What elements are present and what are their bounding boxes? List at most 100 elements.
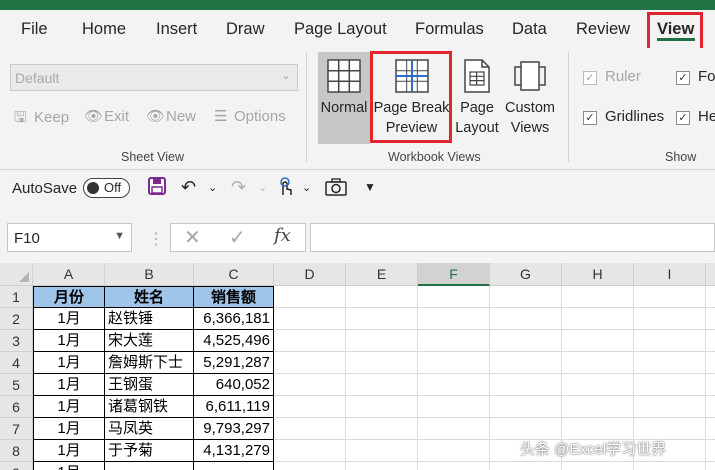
table-cell[interactable]: 5,291,287 bbox=[194, 352, 274, 374]
column-header-d[interactable]: D bbox=[274, 263, 346, 286]
table-cell[interactable]: 1月 bbox=[33, 396, 105, 418]
table-cell[interactable]: 宋大莲 bbox=[105, 330, 194, 352]
page-break-preview-icon bbox=[394, 58, 430, 100]
eye-exit-icon: 👁 bbox=[84, 108, 104, 125]
keep-button[interactable]: 🖫 Keep bbox=[14, 107, 69, 129]
tab-review[interactable]: Review bbox=[576, 20, 630, 39]
tab-home[interactable]: Home bbox=[82, 20, 126, 39]
chevron-down-icon[interactable]: ⌄ bbox=[208, 181, 217, 194]
table-cell[interactable]: 6,611,119 bbox=[194, 396, 274, 418]
table-cell[interactable]: 1月 bbox=[33, 374, 105, 396]
table-cell[interactable]: 王钢蛋 bbox=[105, 374, 194, 396]
table-cell[interactable]: 1月 bbox=[33, 440, 105, 462]
column-header-f[interactable]: F bbox=[418, 263, 490, 286]
ribbon-tabs: File Home Insert Draw Page Layout Formul… bbox=[0, 10, 715, 48]
tab-draw[interactable]: Draw bbox=[226, 20, 265, 39]
select-all-button[interactable] bbox=[0, 263, 33, 286]
checkmark-icon: ✓ bbox=[676, 111, 690, 125]
chevron-down-icon[interactable]: ⌄ bbox=[302, 181, 311, 194]
column-header-a[interactable]: A bbox=[33, 263, 105, 286]
row-header[interactable]: 8 bbox=[0, 440, 33, 462]
eye-add-icon: 👁 bbox=[146, 108, 166, 125]
chevron-down-icon: ⌄ bbox=[280, 68, 291, 82]
new-button[interactable]: 👁New bbox=[146, 107, 196, 129]
name-box[interactable]: F10 ▼ bbox=[7, 223, 132, 252]
table-cell[interactable]: 马凤英 bbox=[105, 418, 194, 440]
row-header[interactable]: 5 bbox=[0, 374, 33, 396]
table-cell[interactable]: 4,525,496 bbox=[194, 330, 274, 352]
column-header-b[interactable]: B bbox=[105, 263, 194, 286]
redo-icon[interactable]: ↷ bbox=[231, 177, 246, 198]
table-cell[interactable]: 9,793,297 bbox=[194, 418, 274, 440]
cancel-icon[interactable]: ✕ bbox=[184, 225, 201, 250]
custom-views-button[interactable]: Custom Views bbox=[503, 52, 557, 144]
sheet-view-value: Default bbox=[15, 70, 60, 86]
autosave-label: AutoSave bbox=[12, 180, 78, 197]
header-cell-month[interactable]: 月份 bbox=[33, 286, 105, 308]
save-icon[interactable] bbox=[147, 176, 167, 200]
table-cell[interactable]: 640,052 bbox=[194, 374, 274, 396]
row-header[interactable]: 6 bbox=[0, 396, 33, 418]
save-sheet-view-icon: 🖫 bbox=[14, 109, 27, 126]
table-cell[interactable]: 詹姆斯下士 bbox=[105, 352, 194, 374]
page-break-preview-button[interactable]: Page Break Preview bbox=[373, 52, 450, 144]
enter-icon[interactable]: ✓ bbox=[229, 225, 246, 250]
options-button[interactable]: ☰ Options bbox=[214, 107, 286, 129]
formula-input[interactable] bbox=[310, 223, 715, 252]
column-header-i[interactable]: I bbox=[634, 263, 706, 286]
table-cell[interactable]: 6,366,181 bbox=[194, 308, 274, 330]
row-header[interactable]: 7 bbox=[0, 418, 33, 440]
chevron-down-icon: ▼ bbox=[114, 230, 125, 242]
watermark: 头条 @Excel学习世界 bbox=[520, 441, 667, 458]
title-accent-bar bbox=[0, 0, 715, 10]
table-cell[interactable]: 1月 bbox=[33, 462, 105, 470]
row-header[interactable]: 1 bbox=[0, 286, 33, 308]
column-header-h[interactable]: H bbox=[562, 263, 634, 286]
tab-file[interactable]: File bbox=[21, 20, 48, 39]
autosave-toggle[interactable]: Off bbox=[83, 178, 130, 198]
customize-toolbar-icon[interactable]: ▼ bbox=[364, 180, 376, 194]
row-header[interactable]: 3 bbox=[0, 330, 33, 352]
table-cell[interactable]: 1月 bbox=[33, 330, 105, 352]
header-cell-sales[interactable]: 销售额 bbox=[194, 286, 274, 308]
chevron-down-icon[interactable]: ⌄ bbox=[258, 181, 267, 194]
table-cell[interactable]: 1月 bbox=[33, 308, 105, 330]
camera-icon[interactable] bbox=[325, 178, 347, 200]
row-header[interactable]: 4 bbox=[0, 352, 33, 374]
tab-page-layout[interactable]: Page Layout bbox=[294, 20, 387, 39]
page-layout-icon bbox=[462, 58, 492, 100]
row-header[interactable]: 2 bbox=[0, 308, 33, 330]
tab-view[interactable]: View bbox=[657, 20, 694, 39]
touch-mouse-mode-icon[interactable] bbox=[276, 177, 294, 201]
page-layout-view-button[interactable]: Page Layout bbox=[453, 52, 501, 144]
column-header-e[interactable]: E bbox=[346, 263, 418, 286]
column-header-partial[interactable] bbox=[706, 263, 715, 286]
active-tab-indicator bbox=[657, 38, 695, 41]
group-divider bbox=[306, 52, 307, 162]
normal-view-button[interactable]: Normal bbox=[318, 52, 370, 144]
tab-data[interactable]: Data bbox=[512, 20, 547, 39]
column-header-g[interactable]: G bbox=[490, 263, 562, 286]
table-cell[interactable] bbox=[194, 462, 274, 470]
exit-button[interactable]: 👁Exit bbox=[84, 107, 129, 129]
header-cell-name[interactable]: 姓名 bbox=[105, 286, 194, 308]
toggle-knob bbox=[87, 182, 99, 194]
insert-function-icon[interactable]: fx bbox=[274, 225, 291, 246]
custom-views-icon bbox=[512, 58, 548, 100]
tab-formulas[interactable]: Formulas bbox=[415, 20, 484, 39]
table-cell[interactable]: 1月 bbox=[33, 352, 105, 374]
sheet-view-dropdown[interactable]: Default ⌄ bbox=[10, 64, 298, 91]
table-cell[interactable] bbox=[105, 462, 194, 470]
row-header[interactable]: 9 bbox=[0, 462, 33, 470]
column-header-c[interactable]: C bbox=[194, 263, 274, 286]
workbook-views-group-label: Workbook Views bbox=[388, 150, 481, 164]
table-cell[interactable]: 赵铁锤 bbox=[105, 308, 194, 330]
table-cell[interactable]: 于予菊 bbox=[105, 440, 194, 462]
table-cell[interactable]: 1月 bbox=[33, 418, 105, 440]
show-group-label: Show bbox=[665, 150, 697, 164]
undo-icon[interactable]: ↶ bbox=[181, 177, 196, 198]
more-options-icon: ⋮ bbox=[148, 231, 164, 248]
table-cell[interactable]: 4,131,279 bbox=[194, 440, 274, 462]
table-cell[interactable]: 诸葛钢铁 bbox=[105, 396, 194, 418]
tab-insert[interactable]: Insert bbox=[156, 20, 197, 39]
